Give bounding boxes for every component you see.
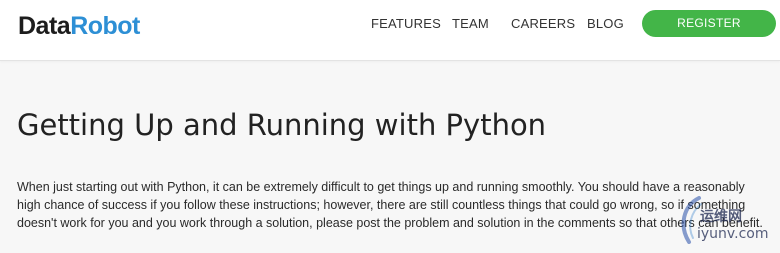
intro-paragraph: When just starting out with Python, it c… (17, 180, 763, 230)
nav-link-features[interactable]: FEATURES (371, 16, 441, 32)
nav-link-team[interactable]: TEAM (452, 16, 489, 32)
nav-link-careers[interactable]: CAREERS (511, 16, 575, 32)
logo-text-data: Data (18, 12, 71, 40)
nav-link-blog[interactable]: BLOG (587, 16, 624, 32)
register-button[interactable]: REGISTER (642, 10, 776, 37)
logo-text-robot: Robot (70, 12, 140, 40)
datarobot-logo[interactable]: DataRobot (18, 11, 140, 41)
top-navigation-bar: DataRobot FEATURES TEAM CAREERS BLOG REG… (0, 0, 780, 61)
page-title: Getting Up and Running with Python (17, 108, 547, 142)
